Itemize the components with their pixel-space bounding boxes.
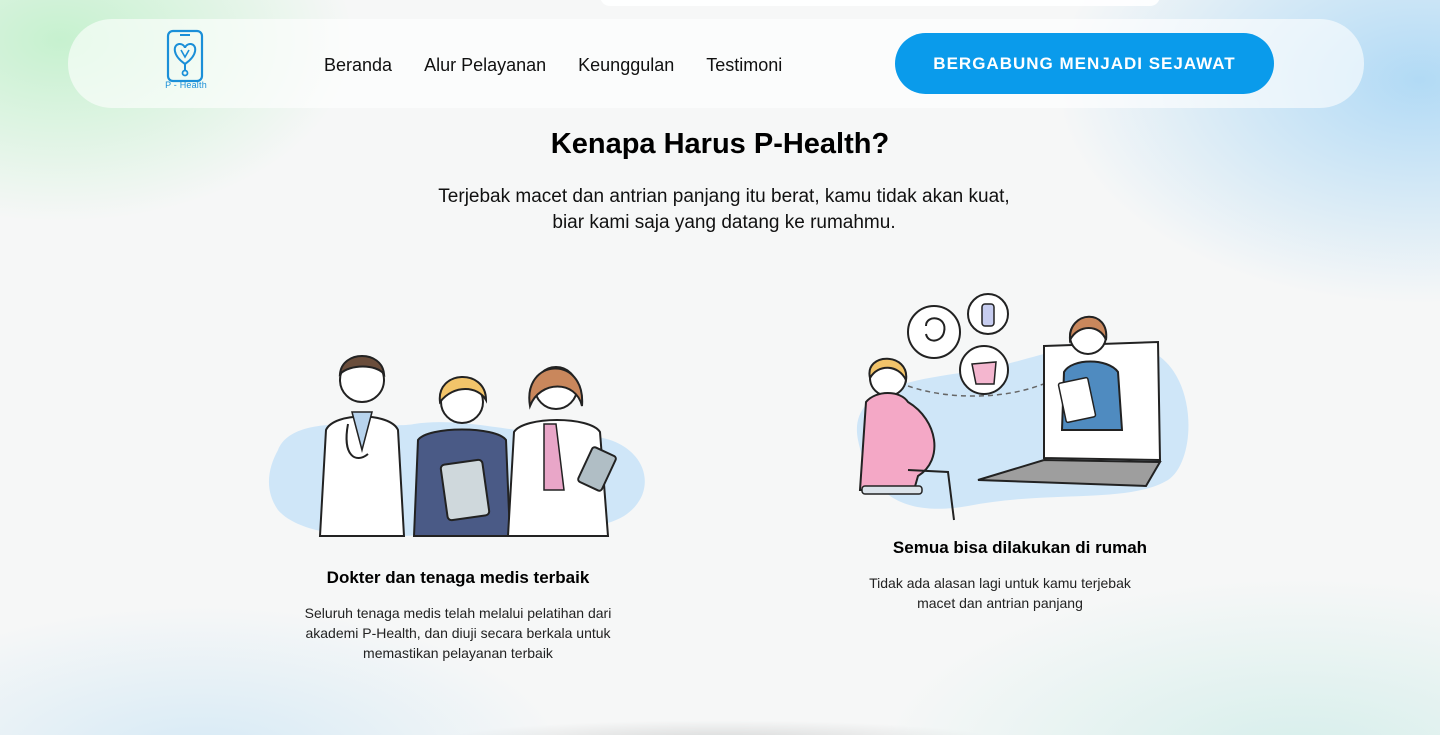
desc-line: macet dan antrian panjang	[917, 595, 1083, 611]
feature-title-medical-team: Dokter dan tenaga medis terbaik	[326, 568, 590, 587]
subtitle-line-2: biar kami saja yang datang ke rumahmu.	[552, 212, 896, 233]
feature-desc-at-home: Tidak ada alasan lagi untuk kamu terjeba…	[840, 573, 1160, 613]
heart-stethoscope-phone-icon	[166, 29, 204, 83]
feature-desc-medical-team: Seluruh tenaga medis telah melalui pelat…	[240, 603, 676, 663]
background-gradient	[0, 0, 1440, 735]
bottom-shadow	[440, 720, 1000, 735]
nav-link-testimoni[interactable]: Testimoni	[706, 55, 782, 76]
feature-card-at-home: Semua bisa dilakukan di rumah Tidak ada …	[840, 290, 1200, 620]
desc-line: akademi P-Health, dan diuji secara berka…	[305, 625, 611, 641]
medical-team-illustration	[268, 355, 645, 537]
telemedicine-pregnancy-illustration	[856, 293, 1189, 521]
feature-card-medical-team: Dokter dan tenaga medis terbaik Seluruh …	[240, 330, 680, 670]
desc-line: Tidak ada alasan lagi untuk kamu terjeba…	[869, 575, 1131, 591]
desc-line: memastikan pelayanan terbaik	[363, 645, 553, 661]
brand-logo[interactable]: P - Health	[160, 28, 212, 94]
logo-text: P - Health	[165, 80, 207, 90]
section-subtitle: Terjebak macet dan antrian panjang itu b…	[370, 184, 1078, 236]
join-colleague-button[interactable]: BERGABUNG MENJADI SEJAWAT	[895, 33, 1274, 94]
nav-link-alur-pelayanan[interactable]: Alur Pelayanan	[424, 55, 546, 76]
top-strip	[600, 0, 1160, 6]
main-nav: Beranda Alur Pelayanan Keunggulan Testim…	[324, 55, 782, 76]
desc-line: Seluruh tenaga medis telah melalui pelat…	[304, 605, 612, 621]
subtitle-line-1: Terjebak macet dan antrian panjang itu b…	[438, 186, 1010, 207]
nav-link-keunggulan[interactable]: Keunggulan	[578, 55, 674, 76]
nav-link-beranda[interactable]: Beranda	[324, 55, 392, 76]
section-title: Kenapa Harus P-Health?	[550, 128, 890, 160]
feature-title-at-home: Semua bisa dilakukan di rumah	[892, 538, 1148, 557]
